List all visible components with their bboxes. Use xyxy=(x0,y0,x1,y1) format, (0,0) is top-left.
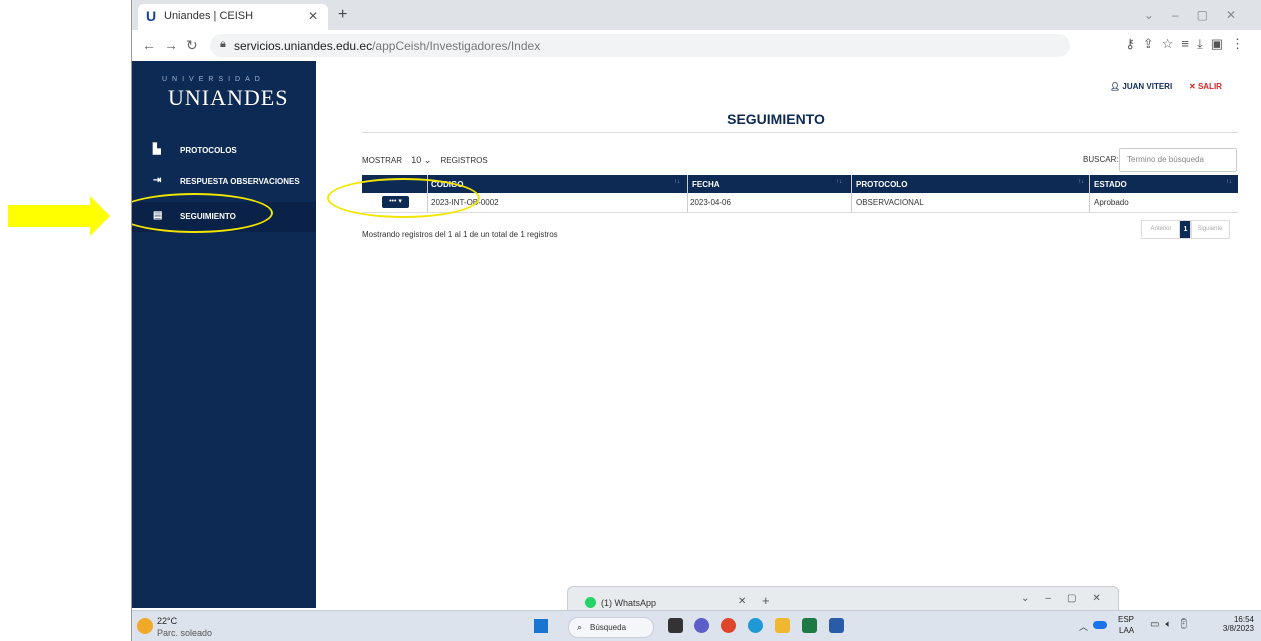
new-tab-icon[interactable]: + xyxy=(762,593,770,608)
show-label: MOSTRAR xyxy=(362,156,402,165)
sidebar-item-protocolos[interactable]: ▙ PROTOCOLOS xyxy=(132,136,316,166)
user-menu[interactable]: 👤︎ JUAN VITERI xyxy=(1110,82,1172,91)
sort-icon[interactable]: ↑↓ xyxy=(674,179,680,185)
cell-fecha: 2023-04-06 xyxy=(690,198,731,207)
search-label: BUSCAR: xyxy=(1083,155,1119,164)
page-length-select[interactable]: 10 ⌄ xyxy=(408,155,434,166)
column-header-protocolo[interactable]: PROTOCOLO xyxy=(856,180,907,189)
url-field[interactable]: 🔒︎ servicios.uniandes.edu.ec/appCeish/In… xyxy=(210,34,1070,57)
chevron-up-icon[interactable]: ︿ xyxy=(1079,620,1088,633)
lock-icon: 🔒︎ xyxy=(220,38,226,50)
annotation-arrow-head xyxy=(90,196,110,236)
tab-title: Uniandes | CEISH xyxy=(164,10,254,22)
tab-close-icon[interactable]: ✕ xyxy=(308,9,318,23)
main-content: 👤︎ JUAN VITERI ✕ SALIR SEGUIMIENTO MOSTR… xyxy=(316,61,1261,608)
whatsapp-tab-title: (1) WhatsApp xyxy=(601,598,657,608)
favicon-icon: U xyxy=(146,8,157,24)
column-header-fecha[interactable]: FECHA xyxy=(692,180,720,189)
pdf-file-icon: ▙ xyxy=(153,144,161,155)
temperature: 22°C xyxy=(157,616,178,626)
page-length-control: MOSTRAR 10 ⌄ REGISTROS xyxy=(362,155,488,166)
weather-icon[interactable] xyxy=(137,618,153,634)
file-export-icon: ⇥ xyxy=(153,175,162,186)
page-title: SEGUIMIENTO xyxy=(727,111,825,127)
taskview-icon[interactable] xyxy=(668,618,683,633)
logout-label: SALIR xyxy=(1197,82,1222,91)
close-icon[interactable]: ✕ xyxy=(738,596,746,607)
keyboard-layout[interactable]: LAA xyxy=(1119,626,1134,635)
search-icon: ⌕ xyxy=(577,622,583,632)
chrome-icon[interactable] xyxy=(721,618,736,633)
window-controls[interactable]: ⌄–▢✕ xyxy=(1144,8,1254,22)
cell-estado: Aprobado xyxy=(1094,198,1129,207)
records-label: REGISTROS xyxy=(440,156,488,165)
sidebar-item-respuesta-observaciones[interactable]: ⇥ RESPUESTA OBSERVACIONES xyxy=(132,167,316,197)
search-input[interactable]: Termino de búsqueda xyxy=(1119,148,1237,172)
clock-date: 3/8/2023 xyxy=(1222,624,1254,633)
language-code[interactable]: ESP xyxy=(1118,615,1134,624)
sort-icon[interactable]: ↑↓ xyxy=(1226,179,1232,185)
whatsapp-icon xyxy=(585,597,596,608)
sidebar: UNIVERSIDAD UNIANDES ▙ PROTOCOLOS ⇥ RESP… xyxy=(132,61,316,608)
excel-icon[interactable] xyxy=(802,618,817,633)
taskbar-search[interactable]: ⌕ Búsqueda xyxy=(568,617,654,638)
url-text: servicios.uniandes.edu.ec/appCeish/Inves… xyxy=(234,39,541,53)
sidebar-item-label: RESPUESTA OBSERVACIONES xyxy=(180,177,300,186)
browser-tab[interactable]: U Uniandes | CEISH ✕ xyxy=(138,4,328,30)
taskbar-search-label: Búsqueda xyxy=(590,623,627,632)
new-tab-icon[interactable]: + xyxy=(338,6,347,24)
column-divider xyxy=(851,175,852,212)
sort-icon[interactable]: ↑↓ xyxy=(1078,179,1084,185)
clock-time: 16:54 xyxy=(1233,615,1254,624)
table-row: ••• ▾ 2023-INT-OB-0002 2023-04-06 OBSERV… xyxy=(362,193,1238,213)
table-info: Mostrando registros del 1 al 1 de un tot… xyxy=(362,230,558,239)
column-divider xyxy=(687,175,688,212)
sidebar-item-label: PROTOCOLOS xyxy=(180,146,237,155)
column-header-estado[interactable]: ESTADO xyxy=(1094,180,1127,189)
onedrive-icon[interactable] xyxy=(1093,621,1107,629)
window-controls[interactable]: ⌄–▢✕ xyxy=(1021,593,1117,604)
whatsapp-window-bar[interactable]: (1) WhatsApp ✕ + ⌄–▢✕ xyxy=(567,586,1119,611)
column-divider xyxy=(1089,175,1090,212)
file-explorer-icon[interactable] xyxy=(775,618,790,633)
clock[interactable]: 16:54 3/8/2023 xyxy=(1210,615,1254,633)
logo-subtitle: UNIVERSIDAD xyxy=(162,76,265,83)
weather-description: Parc. soleado xyxy=(157,628,213,638)
navigation-icons[interactable]: ←→↻ xyxy=(142,37,206,54)
chat-icon[interactable] xyxy=(694,618,709,633)
browser-toolbar-icons[interactable]: ⚷⇪☆≡⤓▣⋮ xyxy=(1125,36,1252,52)
word-icon[interactable] xyxy=(829,618,844,633)
annotation-arrow-body xyxy=(8,205,90,227)
sort-icon[interactable]: ↑↓ xyxy=(836,179,842,185)
start-button-icon[interactable] xyxy=(534,619,548,633)
table-header: CODIGO ↑↓ FECHA ↑↓ PROTOCOLO ↑↓ ESTADO ↑… xyxy=(362,175,1238,193)
system-tray-icons[interactable]: ▭🔈︎🔋︎ xyxy=(1150,619,1196,630)
edge-icon[interactable] xyxy=(748,618,763,633)
address-bar-row: ←→↻ 🔒︎ servicios.uniandes.edu.ec/appCeis… xyxy=(132,30,1261,62)
pagination-previous[interactable]: Anterior xyxy=(1141,220,1181,239)
cell-protocolo: OBSERVACIONAL xyxy=(856,198,924,207)
divider xyxy=(362,132,1238,133)
logout-button[interactable]: ✕ SALIR xyxy=(1189,82,1222,91)
browser-window: U Uniandes | CEISH ✕ + ⌄–▢✕ ←→↻ 🔒︎ servi… xyxy=(131,0,1261,641)
tab-bar: U Uniandes | CEISH ✕ + ⌄–▢✕ xyxy=(132,0,1261,30)
results-table: CODIGO ↑↓ FECHA ↑↓ PROTOCOLO ↑↓ ESTADO ↑… xyxy=(362,175,1238,213)
annotation-ellipse-actions xyxy=(327,178,480,218)
taskbar: 22°C Parc. soleado ⌕ Búsqueda ︿ ESP LAA … xyxy=(132,610,1261,641)
logo: UNIANDES xyxy=(168,85,289,110)
pagination-next[interactable]: Siguiente xyxy=(1190,220,1230,239)
user-name: JUAN VITERI xyxy=(1122,82,1173,91)
